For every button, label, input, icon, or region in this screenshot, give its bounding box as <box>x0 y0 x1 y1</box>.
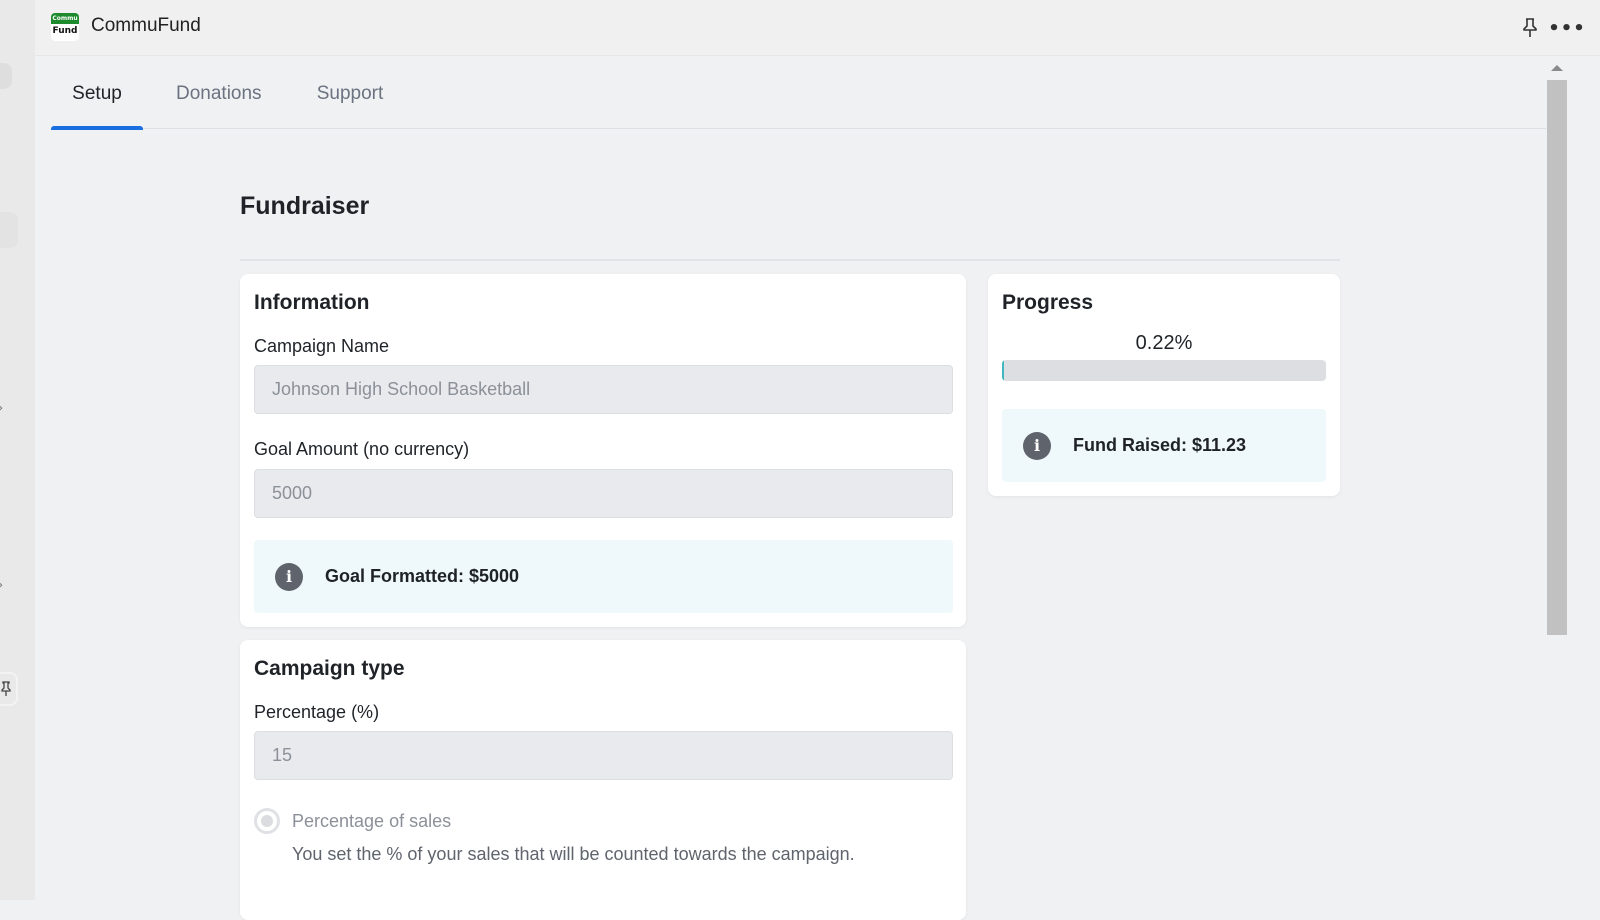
progress-percent-label: 0.22% <box>1135 332 1193 354</box>
percentage-of-sales-help: You set the % of your sales that will be… <box>292 844 855 864</box>
goal-amount-label: Goal Amount (no currency) <box>254 439 470 459</box>
app-header: Commu Fund CommuFund ••• <box>35 0 1600 56</box>
fund-raised-text: Fund Raised: $11.23 <box>1073 435 1247 455</box>
percentage-of-sales-option[interactable]: Percentage of sales <box>254 808 451 834</box>
campaign-type-card: Campaign type Percentage (%) 15 Percenta… <box>240 640 966 920</box>
pin-button[interactable] <box>1516 14 1544 42</box>
chevron-right-icon[interactable]: › <box>0 401 3 416</box>
progress-bar <box>1002 360 1326 381</box>
percentage-input[interactable]: 15 <box>254 731 953 780</box>
goal-amount-input[interactable]: 5000 <box>254 469 953 518</box>
fund-raised-notice: i Fund Raised: $11.23 <box>1002 409 1326 482</box>
campaign-type-title: Campaign type <box>254 657 405 680</box>
tab-label: Setup <box>72 83 122 104</box>
app-logo: Commu Fund <box>51 13 79 41</box>
more-options-button[interactable]: ••• <box>1548 14 1585 42</box>
goal-formatted-notice: i Goal Formatted: $5000 <box>254 540 953 613</box>
information-title: Information <box>254 291 370 314</box>
information-card: Information Campaign Name Johnson High S… <box>240 274 966 627</box>
campaign-name-label: Campaign Name <box>254 336 390 356</box>
tab-support[interactable]: Support <box>316 57 384 129</box>
progress-card: Progress 0.22% i Fund Raised: $11.23 <box>988 274 1340 496</box>
logo-top-text: Commu <box>51 13 79 24</box>
percentage-label: Percentage (%) <box>254 702 380 722</box>
more-horizontal-icon: ••• <box>1548 17 1586 39</box>
progress-title: Progress <box>1002 291 1094 314</box>
active-tab-indicator <box>51 126 143 130</box>
logo-bottom-text: Fund <box>52 26 78 36</box>
info-icon: i <box>275 562 303 591</box>
page-title: Fundraiser <box>240 192 370 220</box>
left-rail: › › <box>0 0 35 900</box>
chevron-right-icon[interactable]: › <box>0 578 3 593</box>
pin-icon <box>1523 18 1537 37</box>
title-divider <box>240 259 1340 261</box>
tab-donations[interactable]: Donations <box>176 57 262 129</box>
tab-label: Support <box>316 83 384 104</box>
tab-bar: Setup Donations Support <box>51 57 1546 130</box>
radio-selected-dot <box>261 815 273 827</box>
app-title: CommuFund <box>91 15 201 36</box>
pin-icon <box>1 681 11 696</box>
rail-button[interactable] <box>0 63 12 89</box>
progress-bar-fill <box>1002 360 1004 381</box>
info-icon: i <box>1023 431 1051 460</box>
rail-button[interactable] <box>0 212 18 248</box>
vertical-scrollbar[interactable] <box>1546 60 1568 900</box>
percentage-of-sales-radio[interactable] <box>254 808 280 834</box>
scrollbar-thumb[interactable] <box>1547 80 1567 635</box>
goal-formatted-text: Goal Formatted: $5000 <box>325 566 520 586</box>
campaign-name-input[interactable]: Johnson High School Basketball <box>254 365 953 414</box>
rail-pin-button[interactable] <box>0 672 18 706</box>
percentage-of-sales-label: Percentage of sales <box>292 810 452 831</box>
scroll-up-arrow-icon[interactable] <box>1551 65 1563 71</box>
tab-label: Donations <box>176 83 262 104</box>
tab-setup[interactable]: Setup <box>51 57 143 130</box>
